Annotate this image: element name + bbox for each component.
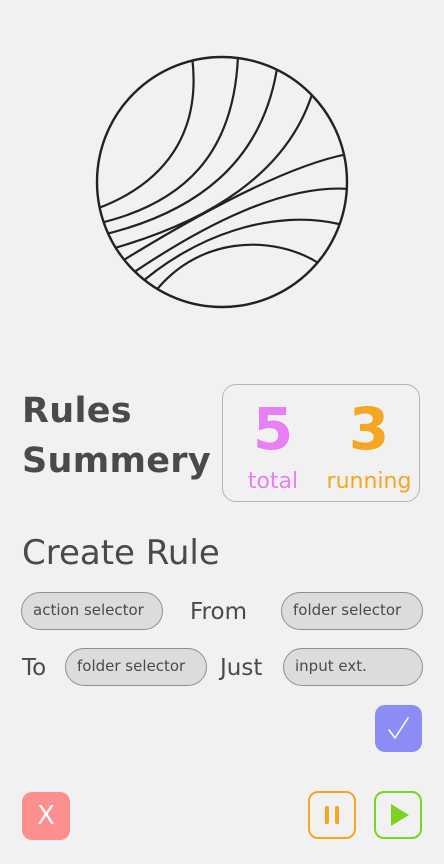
input-ext-field[interactable]: input ext. — [283, 648, 423, 686]
striped-globe-logo — [95, 55, 349, 309]
running-label: running — [326, 469, 412, 494]
total-count: 5 — [252, 395, 294, 463]
confirm-button[interactable] — [375, 705, 422, 752]
action-selector[interactable]: action selector — [21, 592, 163, 630]
total-label: total — [247, 469, 299, 494]
to-label: To — [22, 655, 47, 681]
checkmark-icon — [388, 717, 409, 739]
from-folder-selector[interactable]: folder selector — [281, 592, 423, 630]
running-count: 3 — [348, 395, 390, 463]
from-label: From — [190, 599, 247, 625]
stats-card: 5 total 3 running — [222, 384, 420, 502]
to-folder-selector[interactable]: folder selector — [65, 648, 207, 686]
play-icon — [391, 804, 409, 826]
rules-summary-title: Rules Summery — [22, 391, 211, 481]
close-button[interactable]: X — [22, 792, 70, 840]
create-rule-title: Create Rule — [22, 533, 220, 573]
just-label: Just — [220, 655, 263, 681]
pause-button[interactable] — [308, 791, 356, 839]
pause-icon — [325, 806, 339, 824]
play-button[interactable] — [374, 791, 422, 839]
